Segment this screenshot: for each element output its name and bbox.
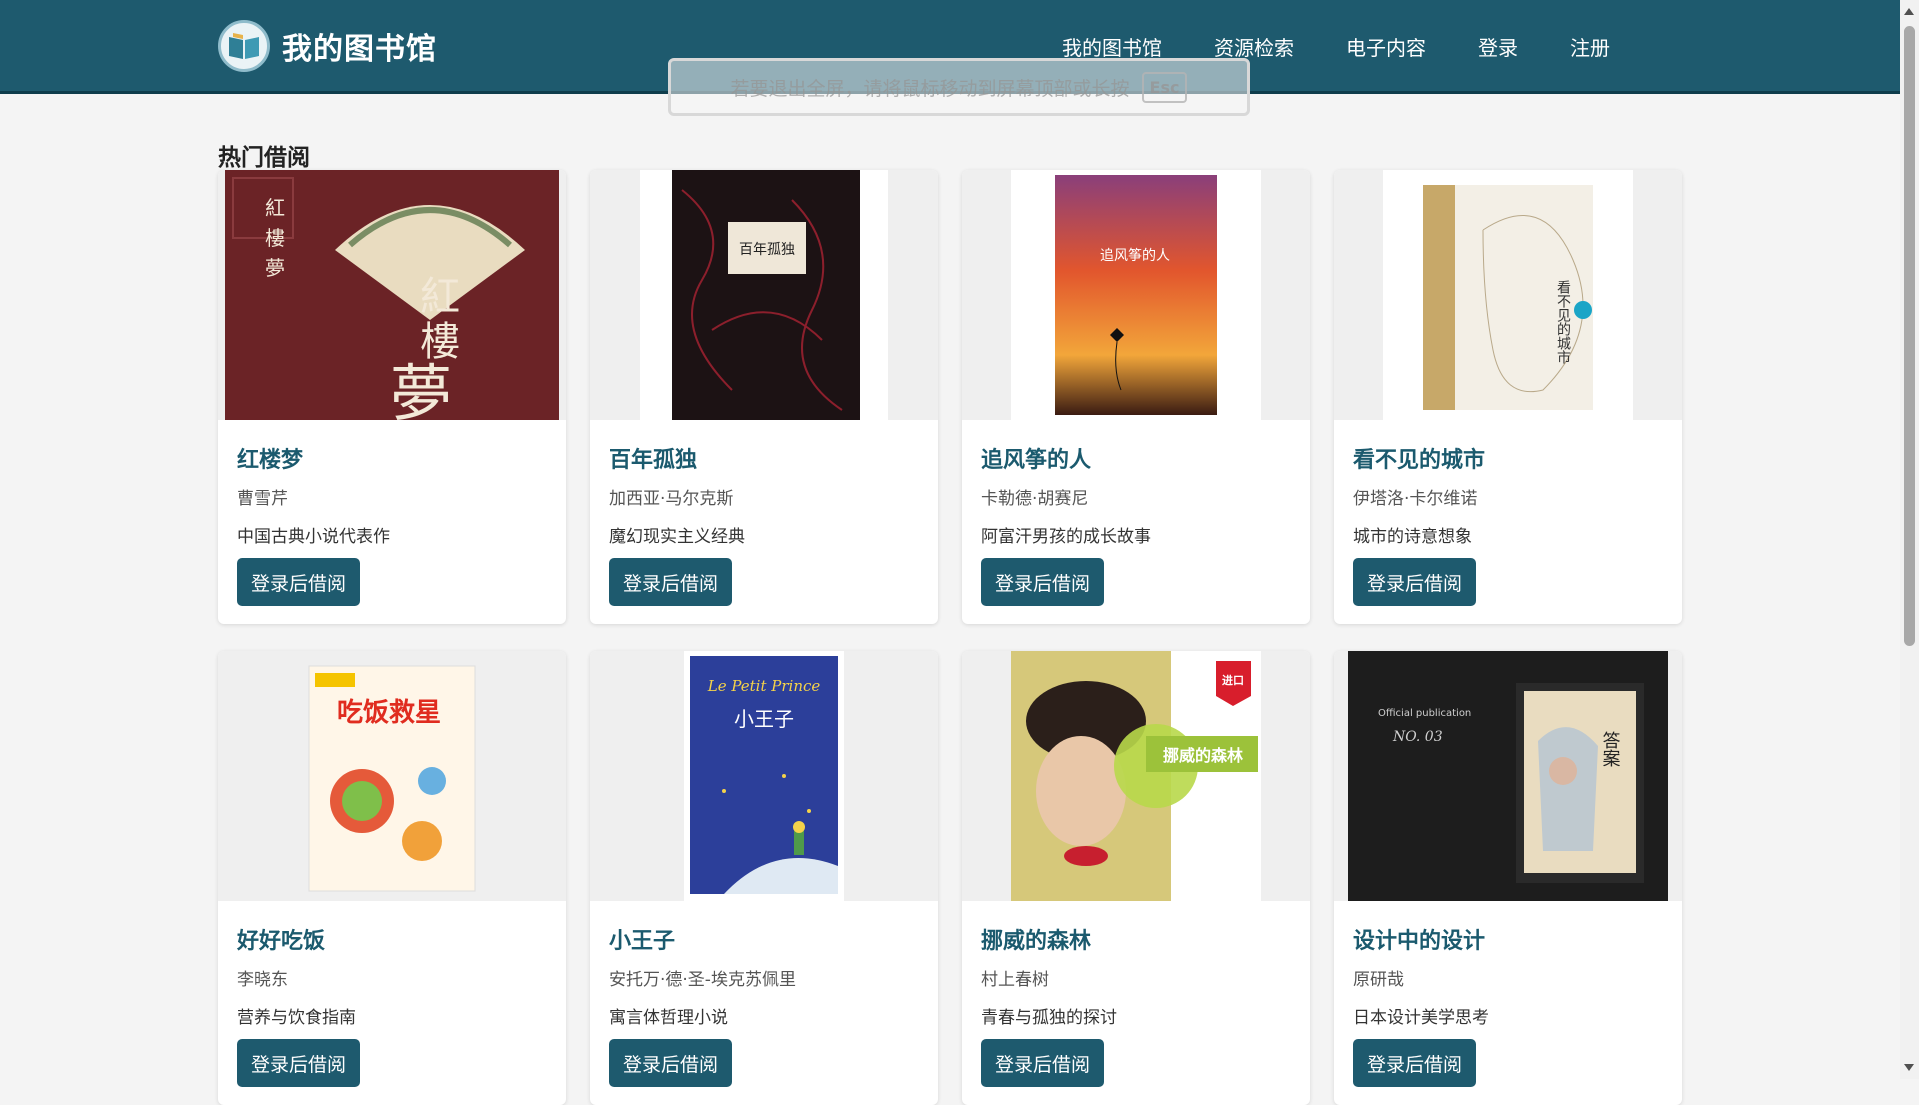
book-cover-image[interactable]: Official publication NO. 03 答案 [1348,651,1668,901]
fullscreen-exit-toast: 若要退出全屏，请将鼠标移动到屏幕顶部或长按 Esc [668,58,1250,116]
book-card: 吃饭救星 好好吃饭 李晓东 营养与饮食指南 登录后借阅 [218,651,566,1105]
svg-text:百年孤独: 百年孤独 [739,242,795,258]
svg-text:夢: 夢 [390,357,452,420]
svg-text:进口: 进口 [1222,673,1244,687]
book-title[interactable]: 好好吃饭 [237,923,325,955]
svg-text:夢: 夢 [265,256,285,280]
cover-area: 看不见的城市 [1334,170,1682,420]
login-to-borrow-button[interactable]: 登录后借阅 [609,1039,733,1087]
book-description: 魔幻现实主义经典 [609,527,745,547]
login-to-borrow-button[interactable]: 登录后借阅 [981,1039,1105,1087]
book-title[interactable]: 挪威的森林 [981,923,1091,955]
book-cover-image[interactable]: 吃饭救星 [267,651,517,901]
book-card: 追风筝的人 追风筝的人 卡勒德·胡赛尼 阿富汗男孩的成长故事 登录后借阅 [962,170,1310,624]
login-to-borrow-button[interactable]: 登录后借阅 [237,1039,361,1087]
book-description: 城市的诗意想象 [1353,527,1472,547]
book-cover-image[interactable]: 看不见的城市 [1383,170,1633,420]
svg-text:Le Petit Prince: Le Petit Prince [707,677,821,695]
book-card: Official publication NO. 03 答案 设计中的设计 原研… [1334,651,1682,1105]
svg-text:答案: 答案 [1600,731,1621,767]
book-description: 中国古典小说代表作 [237,527,390,547]
svg-text:紅: 紅 [420,274,460,320]
library-book-logo-icon [218,20,270,72]
vertical-scrollbar[interactable] [1900,0,1919,1079]
cover-area: 吃饭救星 [218,651,566,901]
logo[interactable]: 我的图书馆 [218,20,437,72]
book-card: 紅 樓 夢 紅 樓 夢 红楼梦 曹雪芹 中国古典小说代表作 登录后借阅 [218,170,566,624]
book-author: 原研哉 [1353,970,1404,990]
book-cover-image[interactable]: 追风筝的人 [1011,170,1261,420]
scroll-down-arrow-icon[interactable] [1904,1064,1914,1071]
book-author: 安托万·德·圣-埃克苏佩里 [609,970,796,990]
book-description: 寓言体哲理小说 [609,1008,728,1028]
site-title: 我的图书馆 [282,32,437,67]
book-cover-image[interactable]: 百年孤独 [640,170,888,420]
login-to-borrow-button[interactable]: 登录后借阅 [237,558,361,606]
book-title[interactable]: 红楼梦 [237,442,303,474]
book-author: 卡勒德·胡赛尼 [981,489,1089,509]
svg-text:追风筝的人: 追风筝的人 [1100,247,1170,264]
book-title[interactable]: 看不见的城市 [1353,442,1485,474]
book-description: 青春与孤独的探讨 [981,1008,1117,1028]
book-description: 营养与饮食指南 [237,1008,356,1028]
book-card: 挪威的森林 进口 挪威的森林 村上春树 青春与孤独的探讨 登录后借阅 [962,651,1310,1105]
book-author: 曹雪芹 [237,489,288,509]
nav-login[interactable]: 登录 [1478,32,1518,61]
book-title[interactable]: 小王子 [609,923,675,955]
nav-register[interactable]: 注册 [1570,32,1610,61]
cover-area: 追风筝的人 [962,170,1310,420]
svg-text:挪威的森林: 挪威的森林 [1163,746,1243,765]
svg-text:紅: 紅 [265,196,285,220]
login-to-borrow-button[interactable]: 登录后借阅 [981,558,1105,606]
cover-area: 百年孤独 [590,170,938,420]
cover-area: Official publication NO. 03 答案 [1334,651,1682,901]
book-description: 日本设计美学思考 [1353,1008,1489,1028]
svg-text:Official publication: Official publication [1378,708,1471,719]
svg-text:吃饭救星: 吃饭救星 [337,698,441,728]
cover-area: 紅 樓 夢 紅 樓 夢 [218,170,566,420]
book-card: 看不见的城市 看不见的城市 伊塔洛·卡尔维诺 城市的诗意想象 登录后借阅 [1334,170,1682,624]
login-to-borrow-button[interactable]: 登录后借阅 [609,558,733,606]
cover-area: Le Petit Prince 小王子 [590,651,938,901]
main-nav: 我的图书馆 资源检索 电子内容 登录 注册 [1062,32,1610,61]
book-description: 阿富汗男孩的成长故事 [981,527,1151,547]
book-author: 村上春树 [981,970,1049,990]
scroll-up-arrow-icon[interactable] [1904,8,1914,15]
book-title[interactable]: 设计中的设计 [1353,923,1485,955]
scroll-thumb[interactable] [1904,26,1915,646]
nav-resource-search[interactable]: 资源检索 [1214,32,1294,61]
book-card: Le Petit Prince 小王子 小王子 安托万·德·圣-埃克苏佩里 寓言… [590,651,938,1105]
login-to-borrow-button[interactable]: 登录后借阅 [1353,558,1477,606]
book-author: 李晓东 [237,970,288,990]
cover-area: 挪威的森林 进口 [962,651,1310,901]
nav-my-library[interactable]: 我的图书馆 [1062,32,1162,61]
svg-text:小王子: 小王子 [734,707,794,731]
book-title[interactable]: 百年孤独 [609,442,697,474]
nav-e-content[interactable]: 电子内容 [1346,32,1426,61]
book-cover-image[interactable]: 挪威的森林 进口 [1011,651,1261,901]
fullscreen-toast-text: 若要退出全屏，请将鼠标移动到屏幕顶部或长按 [730,77,1130,100]
esc-key-hint: Esc [1141,71,1188,103]
login-to-borrow-button[interactable]: 登录后借阅 [1353,1039,1477,1087]
book-author: 加西亚·马尔克斯 [609,489,734,509]
book-author: 伊塔洛·卡尔维诺 [1353,489,1478,509]
book-cover-image[interactable]: 紅 樓 夢 紅 樓 夢 [225,170,559,420]
section-title-popular: 热门借阅 [218,145,310,171]
svg-text:樓: 樓 [265,226,285,250]
book-title[interactable]: 追风筝的人 [981,442,1091,474]
book-cover-image[interactable]: Le Petit Prince 小王子 [684,651,844,901]
book-card: 百年孤独 百年孤独 加西亚·马尔克斯 魔幻现实主义经典 登录后借阅 [590,170,938,624]
svg-text:看不见的城市: 看不见的城市 [1555,280,1571,364]
svg-text:NO. 03: NO. 03 [1392,729,1443,745]
